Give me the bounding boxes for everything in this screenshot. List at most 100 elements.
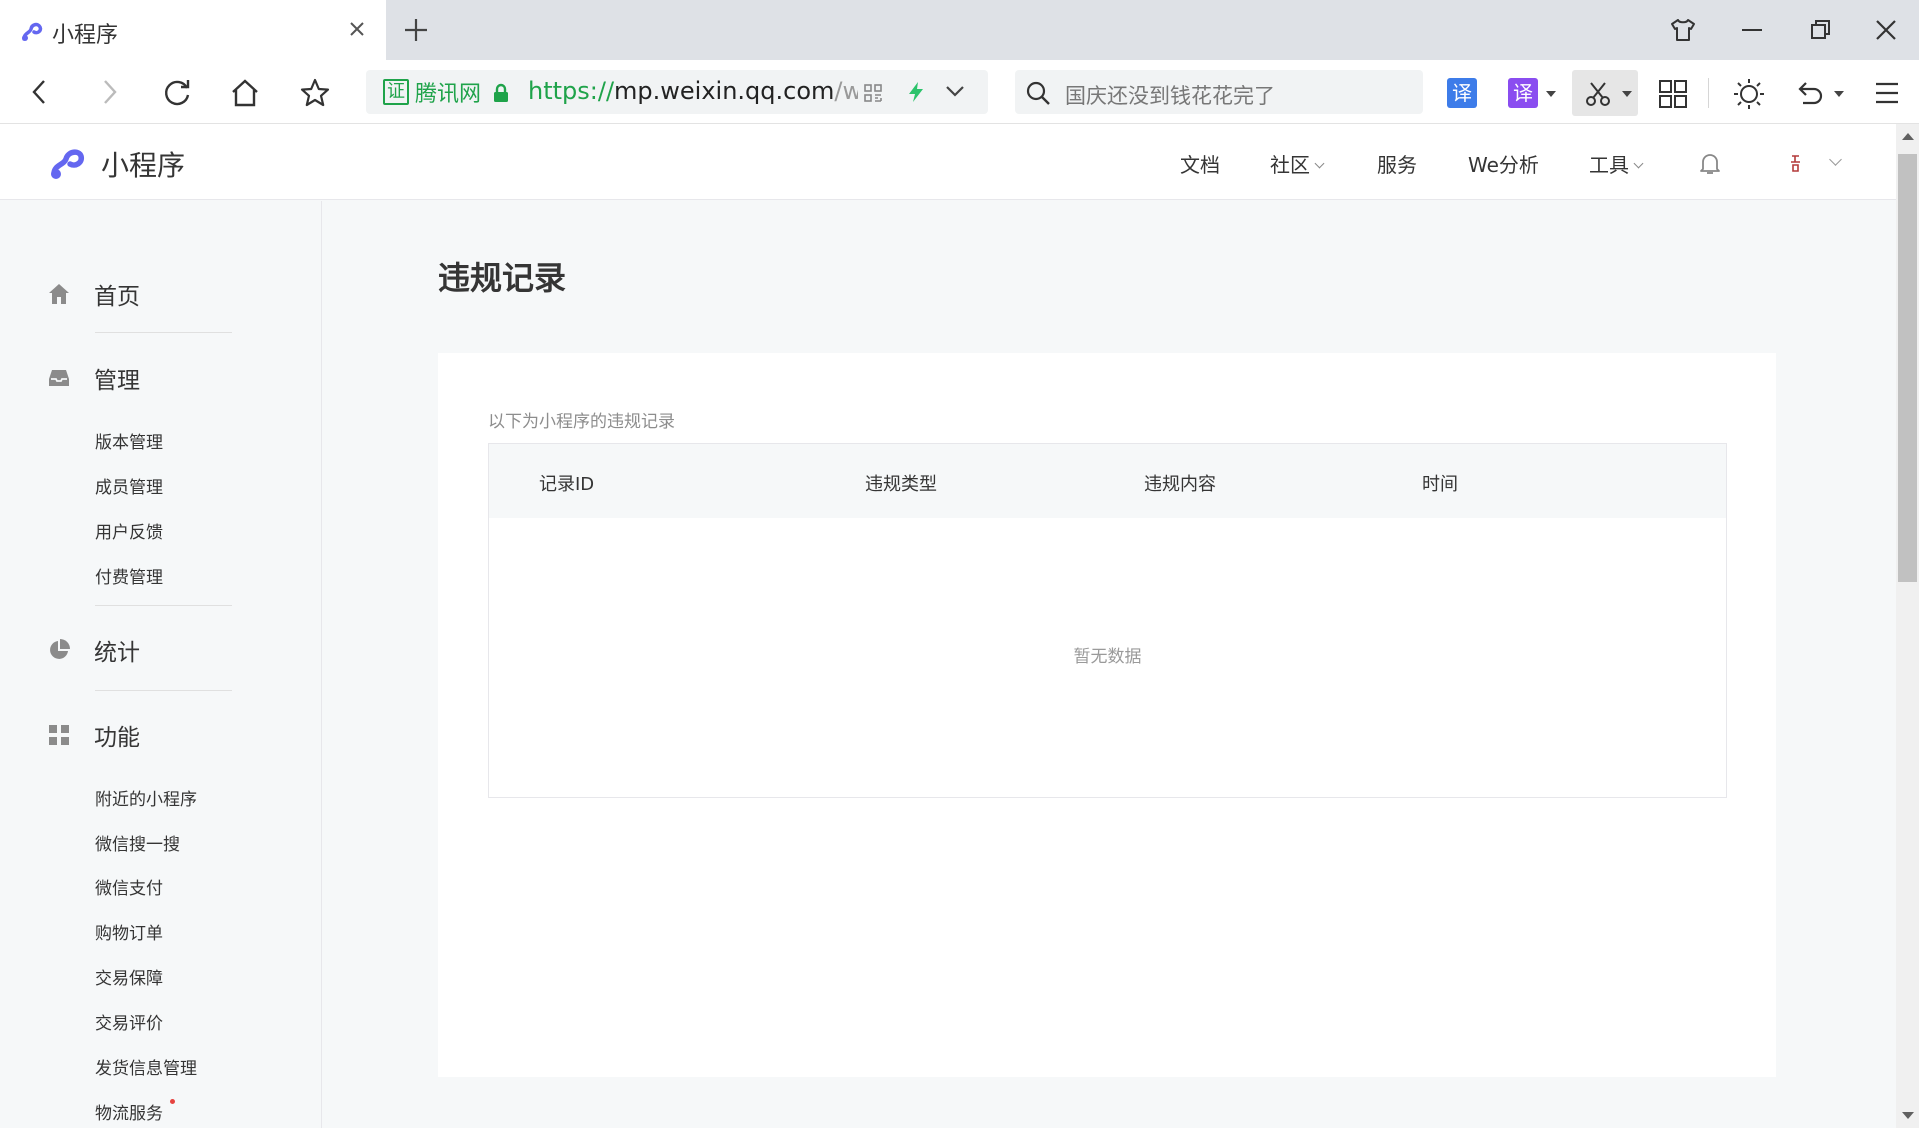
browser-search-input[interactable]: 国庆还没到钱花花完了 [1015,70,1423,114]
sidebar-item-version-management[interactable]: 版本管理 [95,428,163,453]
nav-docs-label: 文档 [1180,153,1220,177]
close-tab-icon[interactable] [348,20,366,38]
forward-icon[interactable] [95,78,123,106]
sidebar-item-label: 功能 [94,725,140,751]
nav-we-analytics[interactable]: We分析 [1468,149,1539,178]
sidebar-item-manage[interactable]: 管理 [48,361,140,395]
brand-name[interactable]: 小程序 [101,144,185,184]
sidebar-divider [95,690,232,691]
nav-we-analytics-label: We分析 [1468,153,1539,177]
sidebar-item-features[interactable]: 功能 [48,718,140,752]
close-window-icon[interactable] [1875,18,1897,42]
sidebar-item-logistics[interactable]: 物流服务 [95,1099,163,1124]
url-protocol: https:// [528,77,615,105]
brightness-icon[interactable] [1733,78,1765,110]
url-host: mp.weixin.qq.com [614,77,835,105]
column-header-record-id: 记录ID [539,474,595,495]
scroll-up-arrow-icon[interactable] [1902,133,1914,140]
nav-tools[interactable]: 工具 [1589,149,1644,178]
apps-grid-icon[interactable] [1658,79,1688,109]
column-header-violation-type: 违规类型 [865,474,937,495]
sidebar-item-nearby-miniprogram[interactable]: 附近的小程序 [95,785,197,810]
translate-dropdown-icon[interactable] [1546,91,1556,97]
sidebar-divider [95,332,232,333]
sidebar: 首页 管理 版本管理 成员管理 用户反馈 付费管理 统计 功能 附近的小程序 微… [0,201,322,1128]
miniprogram-logo-icon [20,19,46,43]
qrcode-icon[interactable] [863,83,883,103]
sidebar-item-shopping-orders[interactable]: 购物订单 [95,919,163,944]
cert-label: 腾讯网 [415,82,482,107]
table-header: 记录ID 违规类型 违规内容 时间 [489,444,1726,518]
bookmark-star-icon[interactable] [300,78,330,108]
restore-icon[interactable] [1810,18,1832,42]
column-header-violation-content: 违规内容 [1144,474,1216,495]
undo-close-tab-icon[interactable] [1795,78,1825,108]
search-icon [1025,80,1051,106]
url-path: /w: [834,77,858,105]
menu-icon[interactable] [1874,80,1900,106]
nav-docs[interactable]: 文档 [1180,149,1220,178]
scissors-icon [1584,80,1612,108]
violation-records-table: 记录ID 违规类型 违规内容 时间 暂无数据 [488,443,1727,798]
nav-community-label: 社区 [1270,153,1310,177]
nav-community[interactable]: 社区 [1270,149,1325,178]
column-header-time: 时间 [1422,474,1458,495]
chevron-down-icon[interactable] [944,84,966,100]
browser-tab[interactable]: 小程序 [0,0,386,60]
scroll-down-arrow-icon[interactable] [1902,1112,1914,1119]
home-icon [48,283,70,305]
sidebar-item-label: 统计 [94,640,140,666]
page-title: 违规记录 [438,259,567,297]
screenshot-tool-button[interactable] [1572,70,1638,116]
nav-services[interactable]: 服务 [1377,149,1417,178]
sidebar-item-trade-guarantee[interactable]: 交易保障 [95,964,163,989]
pie-chart-icon [48,639,70,661]
empty-state-text: 暂无数据 [1073,647,1142,667]
miniprogram-brand-logo-icon[interactable] [48,144,90,182]
translate-icon[interactable]: 译 [1447,78,1477,108]
back-icon[interactable] [26,78,54,106]
home-icon[interactable] [230,78,260,108]
sidebar-divider [95,605,232,606]
new-tab-icon[interactable] [403,17,429,43]
sidebar-item-home[interactable]: 首页 [48,277,140,311]
sidebar-item-label: 管理 [94,368,140,394]
search-suggestion-text: 国庆还没到钱花花完了 [1065,84,1275,108]
sidebar-item-member-management[interactable]: 成员管理 [95,473,163,498]
undo-dropdown-icon[interactable] [1834,91,1844,97]
account-chevron-down-icon[interactable] [1829,153,1842,166]
nav-tools-label: 工具 [1589,153,1629,177]
sidebar-item-wechat-pay[interactable]: 微信支付 [95,874,163,899]
scrollbar-thumb[interactable] [1898,154,1917,582]
grid-icon [48,724,70,746]
reload-icon[interactable] [163,78,193,108]
minimize-icon[interactable] [1741,18,1763,42]
lightning-icon[interactable] [906,81,926,103]
url-text[interactable]: https://mp.weixin.qq.com/w: [528,77,858,105]
page-scrollbar[interactable] [1896,124,1919,1128]
app-header: 小程序 文档 社区 服务 We分析 工具 [0,124,1896,200]
card-description: 以下为小程序的违规记录 [488,412,675,432]
browser-tab-bar: 小程序 [0,0,1919,60]
translate-alt-icon[interactable]: 译 [1508,78,1538,108]
nav-services-label: 服务 [1377,153,1417,177]
user-avatar[interactable] [1784,151,1808,175]
new-badge-dot [170,1099,175,1104]
violation-records-card: 以下为小程序的违规记录 记录ID 违规类型 违规内容 时间 暂无数据 [438,353,1776,1077]
sidebar-item-statistics[interactable]: 统计 [48,633,140,667]
toolbar-divider [1708,78,1709,108]
sidebar-item-payment-management[interactable]: 付费管理 [95,563,163,588]
sidebar-item-trade-review[interactable]: 交易评价 [95,1009,163,1034]
lock-icon [493,83,509,103]
tab-title: 小程序 [52,23,119,48]
inbox-icon [48,367,70,389]
skin-shirt-icon[interactable] [1670,18,1696,42]
address-bar[interactable]: 证 腾讯网 https://mp.weixin.qq.com/w: [366,70,988,114]
sidebar-item-shipping-info[interactable]: 发货信息管理 [95,1054,197,1079]
chevron-down-icon [1314,158,1325,169]
scissors-dropdown-icon [1622,91,1632,97]
notification-bell-icon[interactable] [1699,151,1721,175]
sidebar-item-user-feedback[interactable]: 用户反馈 [95,518,163,543]
certificate-badge[interactable]: 证 腾讯网 [383,79,481,107]
sidebar-item-wechat-search[interactable]: 微信搜一搜 [95,830,180,855]
